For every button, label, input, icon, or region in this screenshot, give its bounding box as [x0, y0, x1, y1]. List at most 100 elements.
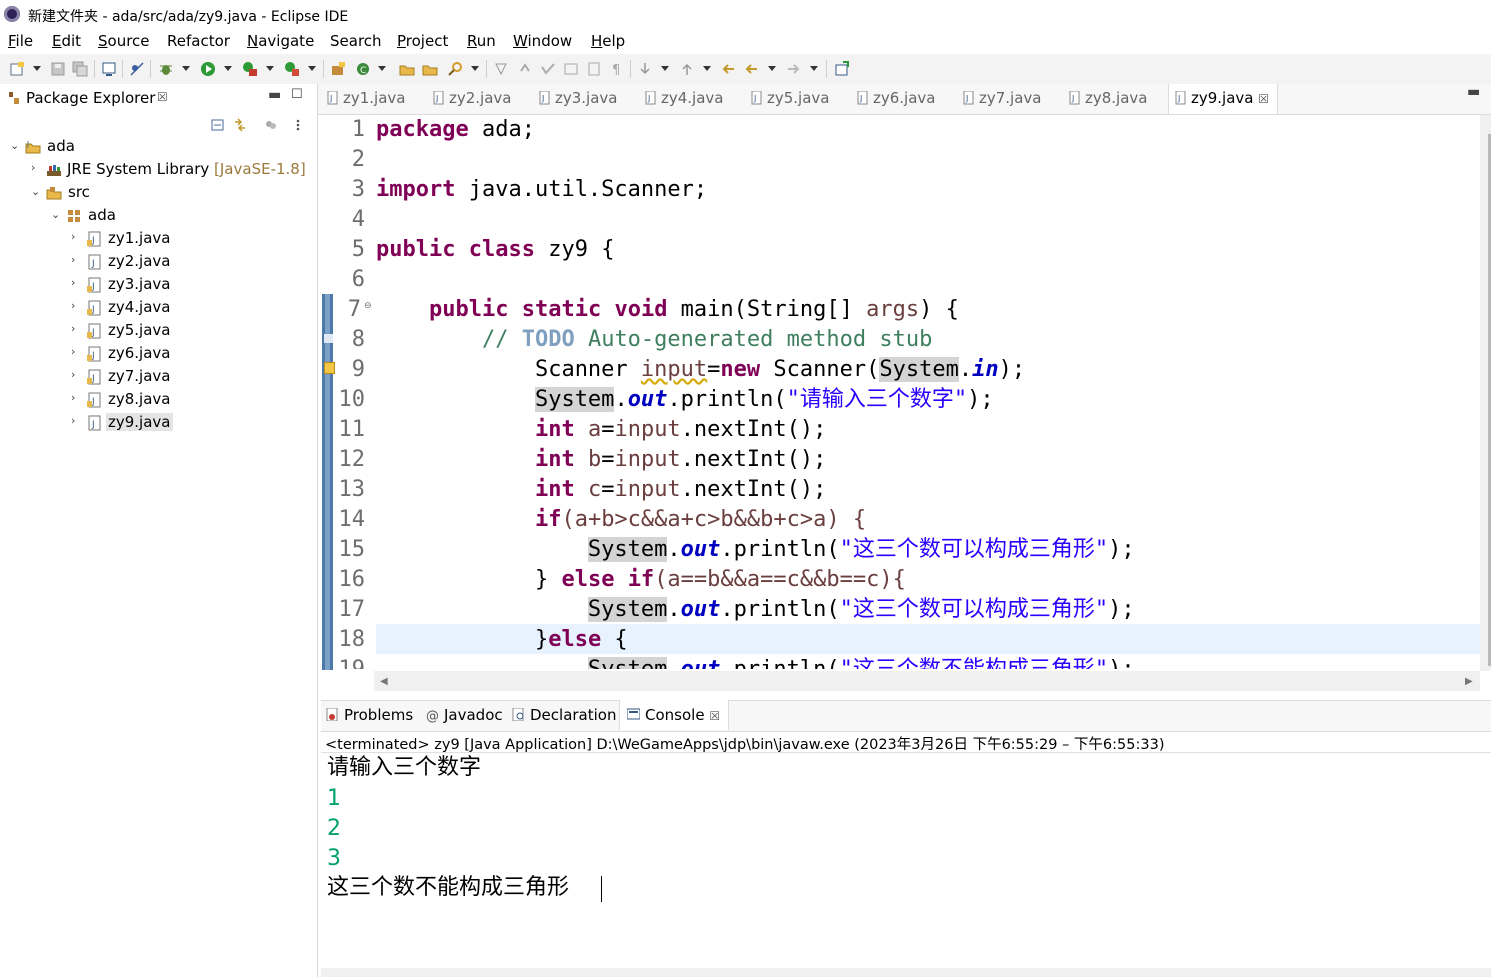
tab-javadoc[interactable]: @ Javadoc: [426, 706, 503, 724]
run-dropdown[interactable]: [224, 66, 232, 71]
tab-problems[interactable]: Problems: [326, 706, 413, 724]
chevron-right-icon[interactable]: ›: [71, 230, 75, 243]
external-tools-dropdown[interactable]: [308, 66, 316, 71]
tree-file-zy6[interactable]: › J zy6.java: [0, 343, 317, 365]
minimize-icon[interactable]: ▬: [268, 87, 281, 103]
fold-collapse-icon[interactable]: ⊖: [364, 301, 372, 311]
close-icon[interactable]: ☒: [1258, 92, 1269, 106]
chevron-right-icon[interactable]: ›: [71, 253, 75, 266]
menu-edit[interactable]: Edit: [52, 32, 81, 50]
run-icon[interactable]: [200, 61, 216, 77]
package-explorer-tab[interactable]: Package Explorer ☒ ▬ ☐: [0, 84, 317, 112]
minimize-icon[interactable]: ▬: [1467, 84, 1480, 100]
menu-project[interactable]: Project: [397, 32, 448, 50]
forward-dropdown[interactable]: [810, 66, 818, 71]
tree-file-zy8[interactable]: › J zy8.java: [0, 389, 317, 411]
tree-src-folder[interactable]: ⌄ src: [0, 182, 317, 204]
new-class-dropdown[interactable]: [378, 66, 386, 71]
tab-declaration[interactable]: Declaration: [512, 706, 616, 724]
tree-file-zy3[interactable]: › J zy3.java: [0, 274, 317, 296]
new-icon[interactable]: [9, 61, 25, 77]
tab-zy5[interactable]: Jzy5.java: [751, 89, 830, 107]
scroll-left-icon[interactable]: ◀: [380, 676, 388, 687]
close-icon[interactable]: ☒: [157, 90, 168, 104]
pilcrow-icon[interactable]: ¶: [609, 61, 625, 77]
tree-project-ada[interactable]: ⌄ J ada: [0, 136, 317, 158]
tab-zy9[interactable]: Jzy9.java ☒: [1175, 89, 1269, 107]
chevron-right-icon[interactable]: ›: [71, 276, 75, 289]
tree-file-zy7[interactable]: › J zy7.java: [0, 366, 317, 388]
chevron-right-icon[interactable]: ›: [31, 161, 35, 174]
menu-file[interactable]: File: [8, 32, 33, 50]
collapse-all-icon[interactable]: [211, 118, 225, 132]
debug-dropdown[interactable]: [182, 66, 190, 71]
chevron-down-icon[interactable]: ⌄: [51, 208, 60, 221]
menu-navigate[interactable]: Navigate: [247, 32, 314, 50]
debug-icon[interactable]: [158, 61, 174, 77]
previous-annotation-dropdown[interactable]: [703, 66, 711, 71]
menu-help[interactable]: Help: [591, 32, 625, 50]
console-horizontal-scrollbar[interactable]: [321, 968, 1491, 977]
menu-refactor[interactable]: Refactor: [167, 32, 230, 50]
filters-icon[interactable]: [264, 118, 278, 132]
chevron-right-icon[interactable]: ›: [71, 345, 75, 358]
annotation-icon[interactable]: [493, 61, 509, 77]
link-with-editor-icon[interactable]: [233, 118, 247, 132]
tab-zy7[interactable]: Jzy7.java: [963, 89, 1042, 107]
new-dropdown[interactable]: [33, 66, 41, 71]
tab-zy4[interactable]: Jzy4.java: [645, 89, 724, 107]
tab-zy1[interactable]: Jzy1.java: [327, 89, 406, 107]
tree-jre-library[interactable]: › JRE System Library [JavaSE-1.8]: [0, 159, 317, 181]
close-icon[interactable]: ☒: [709, 709, 720, 723]
maximize-icon[interactable]: ☐: [291, 87, 303, 102]
next-annotation-icon[interactable]: [637, 61, 653, 77]
previous-annotation-icon[interactable]: [679, 61, 695, 77]
search-dropdown[interactable]: [471, 66, 479, 71]
save-all-icon[interactable]: [72, 61, 88, 77]
view-menu-icon[interactable]: [291, 118, 305, 132]
menu-source[interactable]: Source: [98, 32, 150, 50]
block-selection-icon[interactable]: [563, 61, 579, 77]
tab-zy3[interactable]: Jzy3.java: [539, 89, 618, 107]
tab-console[interactable]: Console ☒: [626, 706, 720, 724]
search-icon[interactable]: [447, 61, 463, 77]
menu-run[interactable]: Run: [467, 32, 496, 50]
show-whitespace-icon[interactable]: [586, 61, 602, 77]
open-type-icon[interactable]: [399, 61, 415, 77]
back-icon[interactable]: [743, 61, 759, 77]
chevron-right-icon[interactable]: ›: [71, 391, 75, 404]
forward-icon[interactable]: [786, 61, 802, 77]
coverage-dropdown[interactable]: [266, 66, 274, 71]
next-annotation-dropdown[interactable]: [661, 66, 669, 71]
editor-horizontal-scrollbar[interactable]: [374, 671, 1480, 691]
coverage-icon[interactable]: [242, 61, 258, 77]
chevron-right-icon[interactable]: ›: [71, 414, 75, 427]
new-java-package-icon[interactable]: [330, 61, 346, 77]
toggle-word-icon[interactable]: [540, 61, 556, 77]
tree-file-zy1[interactable]: › J zy1.java: [0, 228, 317, 250]
toggle-mark-icon[interactable]: [518, 61, 534, 77]
tree-file-zy4[interactable]: › J zy4.java: [0, 297, 317, 319]
scroll-right-icon[interactable]: ▶: [1465, 676, 1473, 687]
new-java-class-icon[interactable]: C: [355, 61, 371, 77]
chevron-down-icon[interactable]: ⌄: [31, 185, 40, 198]
chevron-right-icon[interactable]: ›: [71, 368, 75, 381]
tab-zy8[interactable]: Jzy8.java: [1069, 89, 1148, 107]
chevron-right-icon[interactable]: ›: [71, 299, 75, 312]
tree-package-ada[interactable]: ⌄ ada: [0, 205, 317, 227]
chevron-right-icon[interactable]: ›: [71, 322, 75, 335]
menu-window[interactable]: Window: [513, 32, 572, 50]
tree-file-zy2[interactable]: › J zy2.java: [0, 251, 317, 273]
open-perspective-icon[interactable]: [834, 61, 850, 77]
tree-file-zy9[interactable]: › J zy9.java: [0, 412, 317, 434]
back-dropdown[interactable]: [768, 66, 776, 71]
open-task-icon[interactable]: [422, 61, 438, 77]
menu-search[interactable]: Search: [330, 32, 382, 50]
last-edit-location-icon[interactable]: [720, 61, 736, 77]
terminal-icon[interactable]: [101, 61, 117, 77]
tab-zy6[interactable]: Jzy6.java: [857, 89, 936, 107]
save-icon[interactable]: [50, 61, 66, 77]
skip-breakpoints-icon[interactable]: [129, 61, 145, 77]
chevron-down-icon[interactable]: ⌄: [10, 139, 19, 152]
external-tools-icon[interactable]: [284, 61, 300, 77]
